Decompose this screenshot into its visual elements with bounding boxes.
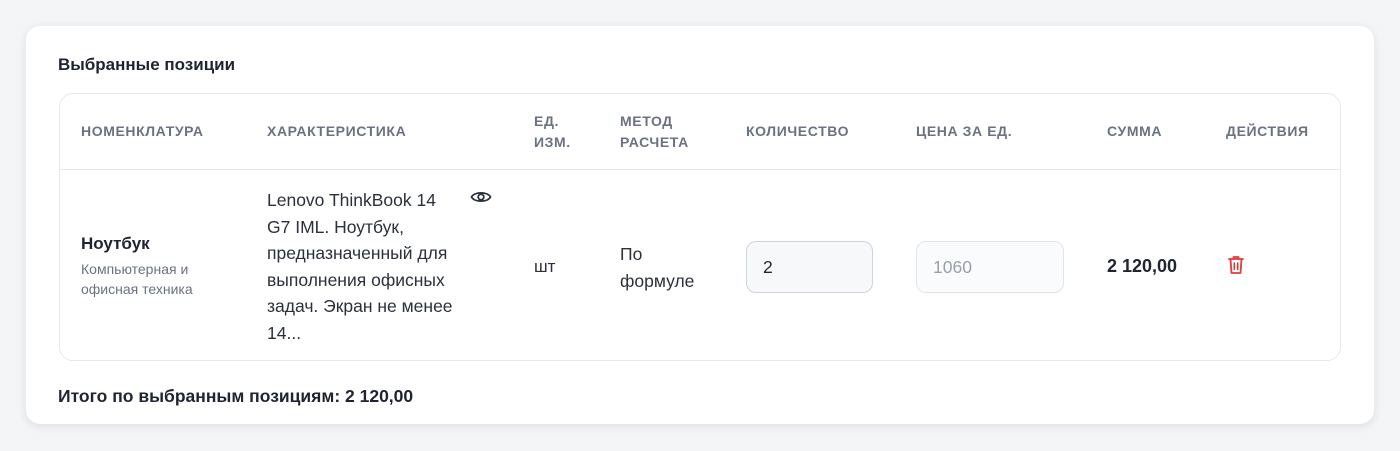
item-unit: шт xyxy=(534,257,556,276)
item-characteristic: Lenovo ThinkBook 14 G7 IML. Ноутбук, пре… xyxy=(267,190,453,343)
header-characteristic: ХАРАКТЕРИСТИКА xyxy=(267,123,407,139)
item-category: Компьютерная и офисная техника xyxy=(81,261,193,297)
table-header: НОМЕНКЛАТУРА ХАРАКТЕРИСТИКА ЕД. ИЗМ. МЕТ… xyxy=(60,94,1340,170)
header-quantity: КОЛИЧЕСТВО xyxy=(746,123,850,139)
table-row: Ноутбук Компьютерная и офисная техника L… xyxy=(60,170,1340,360)
header-sum: СУММА xyxy=(1107,123,1163,139)
quantity-input[interactable] xyxy=(746,241,873,293)
eye-icon[interactable] xyxy=(470,189,492,205)
header-price: ЦЕНА ЗА ЕД. xyxy=(916,123,1013,139)
selected-items-card: Выбранные позиции НОМЕНКЛАТУРА ХАРАКТЕРИ… xyxy=(26,26,1374,424)
item-method: По формуле xyxy=(620,244,695,291)
header-actions: ДЕЙСТВИЯ xyxy=(1226,123,1309,139)
header-method: МЕТОД РАСЧЕТА xyxy=(620,113,689,150)
items-table: НОМЕНКЛАТУРА ХАРАКТЕРИСТИКА ЕД. ИЗМ. МЕТ… xyxy=(59,93,1341,361)
item-sum: 2 120,00 xyxy=(1107,256,1178,276)
price-input[interactable] xyxy=(916,241,1064,293)
trash-icon[interactable] xyxy=(1226,254,1246,276)
selected-total: Итого по выбранным позициям: 2 120,00 xyxy=(58,386,414,406)
item-name: Ноутбук xyxy=(81,234,150,253)
section-title: Выбранные позиции xyxy=(58,55,236,74)
header-unit: ЕД. ИЗМ. xyxy=(534,113,571,150)
header-nomenclature: НОМЕНКЛАТУРА xyxy=(81,123,204,139)
